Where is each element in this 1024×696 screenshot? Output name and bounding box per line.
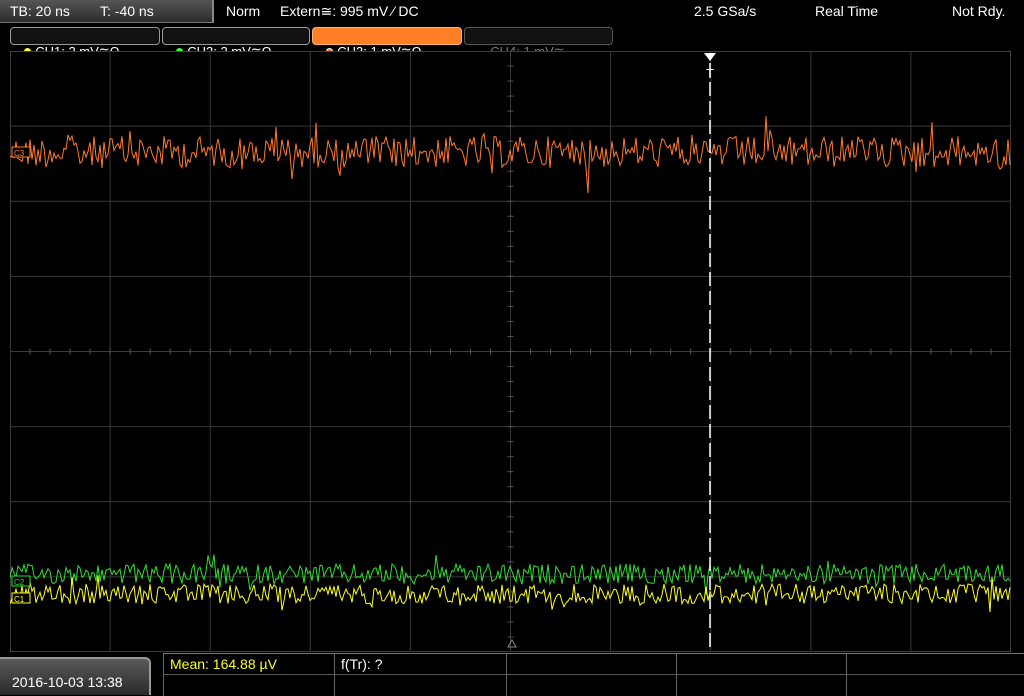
horizontal-settings[interactable]: TB: 20 ns T: -40 ns xyxy=(0,0,214,23)
ch3-offset-marker[interactable]: C3 xyxy=(11,146,31,158)
sample-rate: 2.5 GSa/s xyxy=(694,3,757,19)
measurement-cell-4[interactable] xyxy=(676,654,846,696)
acquisition-mode[interactable]: Real Time xyxy=(815,3,878,19)
ch1-offset-marker[interactable]: C1 xyxy=(11,592,31,604)
svg-text:C2: C2 xyxy=(14,578,25,587)
date-time-panel: 2016-10-03 13:38 xyxy=(0,657,151,695)
svg-text:C1: C1 xyxy=(14,595,25,604)
svg-text:C3: C3 xyxy=(14,149,25,158)
trigger-marker: T xyxy=(706,66,714,81)
channel-tab-ch4[interactable]: CH4: 1 mV≅ xyxy=(464,27,613,59)
measurement-cell-5[interactable] xyxy=(846,654,1024,696)
measurement-bar: Mean: 164.88 µV f(Tr): ? xyxy=(163,653,1024,696)
trigger-position-readout[interactable]: T: -40 ns xyxy=(100,3,154,19)
ch2-offset-marker[interactable]: C2 xyxy=(11,575,31,587)
trigger-mode[interactable]: Norm xyxy=(226,3,260,19)
status-bar: TB: 20 ns T: -40 ns Norm Extern≅: 995 mV… xyxy=(0,0,1024,24)
measurement-cell-1[interactable]: Mean: 164.88 µV xyxy=(163,654,334,696)
channel-tab-ch2[interactable]: CH2: 2 mV≅Ω xyxy=(162,27,310,59)
measurement-cell-2[interactable]: f(Tr): ? xyxy=(334,654,506,696)
channel-tab-ch1[interactable]: CH1: 2 mV≅Ω xyxy=(10,27,160,59)
measurement-rise-frequency: f(Tr): ? xyxy=(341,656,383,672)
measurement-cell-3[interactable] xyxy=(506,654,676,696)
date-time: 2016-10-03 13:38 xyxy=(12,674,123,690)
trigger-source[interactable]: Extern≅: 995 mV ⁄ DC xyxy=(280,3,419,20)
waveform-display[interactable]: T C3 C2 C1 xyxy=(10,51,1011,652)
timebase-readout[interactable]: TB: 20 ns xyxy=(10,3,70,19)
measurement-mean: Mean: 164.88 µV xyxy=(170,656,277,672)
channel-tab-ch3[interactable]: CH3: 1 mV≅Ω xyxy=(312,27,462,59)
trigger-status: Not Rdy. xyxy=(952,3,1006,19)
measurement-row-divider xyxy=(163,674,1024,675)
